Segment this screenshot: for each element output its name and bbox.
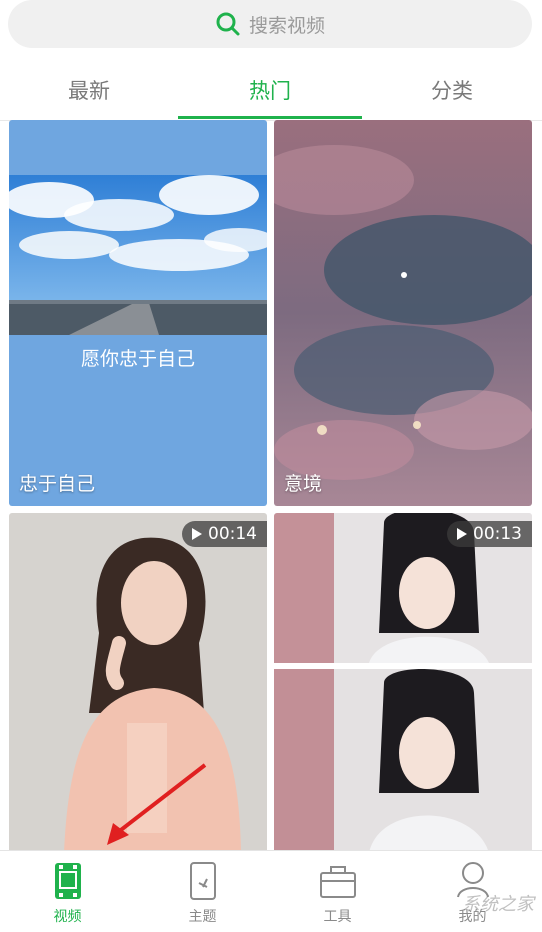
bottom-nav: 视频 主题 工具 我的 (0, 850, 542, 932)
search-placeholder: 搜索视频 (248, 14, 325, 37)
tab-category[interactable]: 分类 (362, 60, 542, 120)
video-icon (54, 863, 81, 899)
tab-bar: 最新 热门 分类 (0, 60, 542, 121)
duration-text: 00:13 (473, 524, 522, 544)
tab-popular[interactable]: 热门 (178, 60, 362, 120)
search-icon (216, 12, 240, 36)
nav-theme-label: 主题 (188, 909, 217, 925)
search-bar[interactable]: 搜索视频 (8, 0, 532, 48)
video-card-3[interactable]: 00:14 (9, 513, 267, 853)
card-1-thumbnail (9, 175, 267, 335)
active-tab-indicator (178, 116, 362, 119)
toolbox-icon (319, 866, 356, 898)
video-card-2[interactable]: 意境 (274, 120, 532, 506)
watermark-text: 系统之家 (462, 894, 534, 915)
duration-badge: 00:13 (447, 521, 532, 547)
video-card-1[interactable]: 愿你忠于自己 忠于自己 (9, 120, 267, 506)
nav-tools[interactable]: 工具 (270, 851, 405, 932)
card-2-title: 意境 (284, 473, 323, 495)
duration-badge: 00:14 (182, 521, 267, 547)
tab-latest[interactable]: 最新 (0, 60, 178, 120)
video-card-4[interactable]: 00:13 (274, 513, 532, 853)
card-4-thumbnail (274, 513, 532, 853)
nav-video-label: 视频 (53, 909, 82, 925)
duration-text: 00:14 (208, 524, 257, 544)
play-icon (457, 528, 467, 540)
nav-theme[interactable]: 主题 (135, 851, 270, 932)
theme-icon (189, 862, 216, 900)
play-icon (192, 528, 202, 540)
nav-tools-label: 工具 (323, 909, 352, 925)
card-1-title: 忠于自己 (19, 473, 96, 495)
card-1-caption: 愿你忠于自己 (80, 348, 195, 370)
card-3-thumbnail (9, 513, 267, 853)
nav-video[interactable]: 视频 (0, 851, 135, 932)
card-2-thumbnail (274, 120, 532, 506)
